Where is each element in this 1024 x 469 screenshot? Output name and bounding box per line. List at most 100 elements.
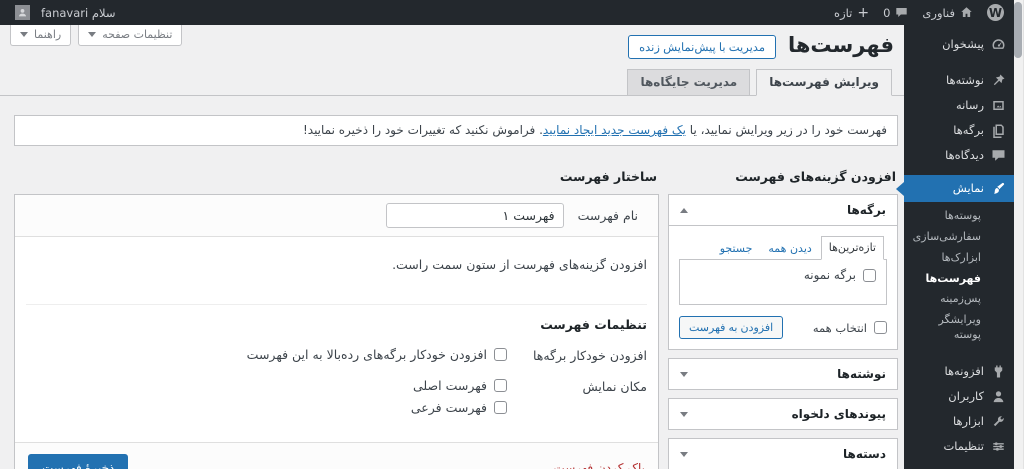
auto-add-label: افزودن خودکار برگه‌ها — [532, 348, 647, 363]
select-all-checkbox[interactable] — [874, 321, 887, 334]
page-header: فهرست‌ها مدیریت با پیش‌نمایش زنده — [628, 32, 894, 59]
create-new-menu-link[interactable]: یک فهرست جدید ایجاد نمایید — [543, 123, 686, 137]
auto-add-pages-control[interactable]: افزودن خودکار برگه‌های رده‌بالا به این ف… — [26, 347, 507, 362]
submenu-item-widgets[interactable]: ابزارک‌ها — [904, 248, 1014, 269]
primary-menu-control[interactable]: فهرست اصلی — [26, 378, 507, 393]
sidebar-item-label: دیدگاه‌ها — [945, 148, 984, 163]
sidebar-item-plugins[interactable]: افزونه‌ها — [904, 359, 1014, 384]
my-account-menu[interactable]: سلام fanavari — [8, 0, 123, 25]
user-icon — [991, 389, 1006, 404]
chevron-down-icon — [680, 371, 688, 377]
custom-links-panel-header[interactable]: پیوندهای دلخواه — [669, 399, 897, 429]
submenu-item-background[interactable]: پس‌زمینه — [904, 289, 1014, 310]
sidebar-item-label: کاربران — [948, 389, 984, 404]
sidebar-item-pages[interactable]: برگه‌ها — [904, 118, 1014, 143]
help-button[interactable]: راهنما — [10, 25, 72, 46]
menu-settings-heading: تنظیمات فهرست — [540, 317, 647, 332]
dashboard-icon — [991, 37, 1006, 52]
page-checklist-item[interactable]: برگه نمونه — [690, 268, 876, 282]
site-name-link[interactable]: فناوری — [915, 0, 980, 25]
admin-bar: W فناوری 0 + تازه سلام fanavari — [0, 0, 1024, 25]
page-item-label: برگه نمونه — [803, 268, 856, 282]
menu-edit-body: افزودن گزینه‌های فهرست از ستون سمت راست.… — [15, 237, 658, 442]
site-name-label: فناوری — [922, 5, 955, 20]
sidebar-item-tools[interactable]: ابزارها — [904, 409, 1014, 434]
add-to-menu-button[interactable]: افزودن به فهرست — [679, 316, 784, 339]
browser-scrollbar[interactable] — [1014, 0, 1024, 469]
save-menu-button[interactable]: ذخیرهٔ فهرست — [28, 453, 129, 469]
secondary-menu-checkbox[interactable] — [494, 400, 507, 414]
display-location-label: مکان نمایش — [582, 378, 648, 394]
comments-bubble-icon — [895, 6, 908, 19]
collapse-menu-button[interactable]: جمع کردن فهرست — [904, 465, 1014, 469]
pages-panel-footer: انتخاب همه افزودن به فهرست — [679, 316, 887, 339]
posts-panel-header[interactable]: نوشته‌ها — [669, 359, 897, 389]
screen-options-label: تنظیمات صفحه — [102, 28, 173, 41]
wrench-icon — [991, 414, 1006, 429]
wordpress-admin: W فناوری 0 + تازه سلام fanavari پیشخوان … — [0, 0, 1024, 469]
chevron-down-icon — [88, 32, 97, 37]
wordpress-logo-menu[interactable]: W — [980, 0, 1011, 25]
posts-panel-title: نوشته‌ها — [837, 367, 886, 381]
select-all-label: انتخاب همه — [812, 320, 867, 335]
notice-text: فهرست خود را در زیر ویرایش نمایید، یا — [685, 123, 887, 137]
screen-meta: تنظیمات صفحه راهنما — [10, 25, 183, 46]
add-items-hint: افزودن گزینه‌های فهرست از ستون سمت راست. — [392, 257, 647, 272]
comments-toolbar-link[interactable]: 0 — [876, 0, 915, 25]
live-preview-button[interactable]: مدیریت با پیش‌نمایش زنده — [628, 35, 776, 59]
avatar — [15, 5, 30, 20]
submenu-item-menus[interactable]: فهرست‌ها — [904, 269, 1014, 290]
admin-bar-primary: W فناوری 0 + تازه — [827, 0, 1024, 25]
tab-view-all[interactable]: دیدن همه — [761, 238, 818, 260]
menu-structure-column: ساختار فهرست نام فهرست افزودن گزینه‌های … — [14, 163, 659, 469]
tab-search[interactable]: جستجو — [713, 238, 760, 260]
new-content-menu[interactable]: + تازه — [827, 0, 876, 25]
sidebar-item-label: نوشته‌ها — [946, 73, 984, 88]
checkbox[interactable] — [863, 268, 876, 282]
chevron-up-icon — [680, 207, 688, 213]
menu-name-label: نام فهرست — [577, 208, 638, 223]
sidebar-item-dashboard[interactable]: پیشخوان — [904, 32, 1014, 57]
submenu-item-customize[interactable]: سفارشی‌سازی — [904, 227, 1014, 248]
help-label: راهنما — [34, 28, 62, 41]
categories-panel-header[interactable]: دسته‌ها — [669, 439, 897, 469]
nav-tabs: ویرایش فهرست‌ها مدیریت جایگاه‌ها — [0, 68, 904, 96]
sidebar-item-settings[interactable]: تنظیمات — [904, 434, 1014, 459]
select-all-control[interactable]: انتخاب همه — [813, 321, 887, 335]
submenu-item-themes[interactable]: پوسته‌ها — [904, 206, 1014, 227]
tab-most-recent[interactable]: تازه‌ترین‌ها — [820, 236, 884, 260]
pages-panel-body: تازه‌ترین‌ها دیدن همه جستجو برگه نمونه — [669, 226, 897, 349]
scrollbar-thumb[interactable] — [1014, 2, 1022, 58]
secondary-menu-control[interactable]: فهرست فرعی — [26, 400, 507, 415]
sidebar-item-appearance[interactable]: نمایش — [904, 175, 1014, 202]
sidebar-item-comments[interactable]: دیدگاه‌ها — [904, 143, 1014, 168]
sidebar-item-users[interactable]: کاربران — [904, 384, 1014, 409]
auto-add-row: افزودن خودکار برگه‌ها افزودن خودکار برگه… — [26, 347, 647, 365]
add-menu-items-column: افزودن گزینه‌های فهرست برگه‌ها تازه‌ترین… — [668, 163, 898, 469]
comments-count: 0 — [883, 5, 891, 20]
new-label: تازه — [834, 5, 853, 20]
primary-menu-checkbox[interactable] — [494, 378, 507, 392]
tab-edit-menus[interactable]: ویرایش فهرست‌ها — [756, 69, 892, 96]
pages-panel: برگه‌ها تازه‌ترین‌ها دیدن همه جستجو — [668, 194, 898, 350]
sidebar-item-label: تنظیمات — [943, 439, 984, 454]
page-title: فهرست‌ها — [787, 32, 894, 57]
display-location-options: فهرست اصلی فهرست فرعی — [26, 378, 507, 415]
chevron-down-icon — [680, 451, 688, 457]
menu-name-input[interactable] — [385, 203, 564, 228]
admin-bar-secondary: سلام fanavari — [0, 0, 123, 25]
settings-icon — [991, 439, 1006, 454]
sidebar-item-label: رسانه — [955, 98, 984, 113]
sidebar-item-media[interactable]: رسانه — [904, 93, 1014, 118]
tab-manage-locations[interactable]: مدیریت جایگاه‌ها — [627, 69, 751, 96]
delete-menu-link[interactable]: پاک کردن فهرست — [553, 461, 645, 469]
plus-icon: + — [857, 4, 870, 21]
submenu-item-theme-editor[interactable]: ویرایشگر پوسته — [904, 310, 1014, 346]
sidebar-item-posts[interactable]: نوشته‌ها — [904, 68, 1014, 93]
sidebar-item-label: برگه‌ها — [953, 123, 984, 138]
categories-panel-title: دسته‌ها — [843, 447, 886, 461]
menu-edit-footer: پاک کردن فهرست ذخیرهٔ فهرست — [15, 441, 658, 469]
screen-options-button[interactable]: تنظیمات صفحه — [78, 25, 183, 46]
pages-panel-header[interactable]: برگه‌ها — [669, 195, 897, 226]
auto-add-pages-checkbox[interactable] — [494, 348, 507, 361]
